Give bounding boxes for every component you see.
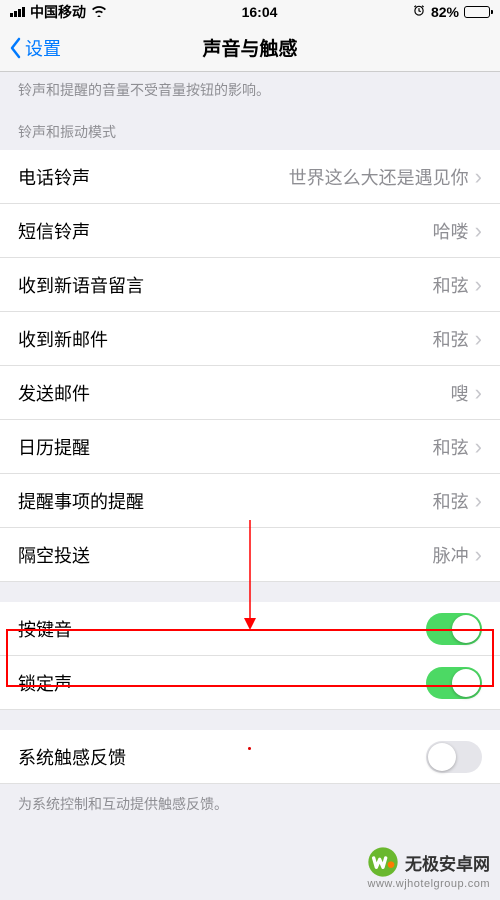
row-keyboard-click[interactable]: 按键音 bbox=[0, 602, 500, 656]
chevron-right-icon: › bbox=[475, 326, 482, 352]
time-label: 16:04 bbox=[242, 4, 278, 20]
row-label: 收到新语音留言 bbox=[18, 272, 144, 298]
switch-haptic[interactable] bbox=[426, 741, 482, 773]
watermark-name: 无极安卓网 bbox=[405, 850, 490, 875]
battery-icon bbox=[464, 6, 490, 18]
watermark-logo-icon bbox=[367, 846, 399, 878]
row-value: 世界这么大还是遇见你 bbox=[289, 164, 469, 190]
row-reminder[interactable]: 提醒事项的提醒 和弦› bbox=[0, 474, 500, 528]
switch-lock[interactable] bbox=[426, 667, 482, 699]
row-voicemail[interactable]: 收到新语音留言 和弦› bbox=[0, 258, 500, 312]
row-haptic[interactable]: 系统触感反馈 bbox=[0, 730, 500, 784]
row-value: 和弦 bbox=[433, 488, 469, 514]
section-header-ringtone: 铃声和振动模式 bbox=[0, 108, 500, 150]
chevron-right-icon: › bbox=[475, 434, 482, 460]
wifi-icon bbox=[91, 4, 107, 20]
row-calendar[interactable]: 日历提醒 和弦› bbox=[0, 420, 500, 474]
row-label: 提醒事项的提醒 bbox=[18, 488, 144, 514]
row-text-tone[interactable]: 短信铃声 哈喽› bbox=[0, 204, 500, 258]
back-label: 设置 bbox=[25, 35, 61, 61]
row-label: 短信铃声 bbox=[18, 218, 90, 244]
row-label: 发送邮件 bbox=[18, 380, 90, 406]
switch-keyboard[interactable] bbox=[426, 613, 482, 645]
chevron-right-icon: › bbox=[475, 164, 482, 190]
row-value: 脉冲 bbox=[433, 542, 469, 568]
row-label: 按键音 bbox=[18, 616, 72, 642]
signal-icon bbox=[10, 7, 25, 17]
chevron-right-icon: › bbox=[475, 380, 482, 406]
chevron-right-icon: › bbox=[475, 218, 482, 244]
row-value: 哈喽 bbox=[433, 218, 469, 244]
watermark-url: www.wjhotelgroup.com bbox=[368, 878, 491, 890]
chevron-left-icon bbox=[8, 37, 22, 59]
volume-hint: 铃声和提醒的音量不受音量按钮的影响。 bbox=[0, 72, 500, 108]
row-label: 收到新邮件 bbox=[18, 326, 108, 352]
chevron-right-icon: › bbox=[475, 272, 482, 298]
back-button[interactable]: 设置 bbox=[8, 35, 61, 61]
haptic-hint: 为系统控制和互动提供触感反馈。 bbox=[0, 784, 500, 824]
row-ringtone[interactable]: 电话铃声 世界这么大还是遇见你› bbox=[0, 150, 500, 204]
carrier-label: 中国移动 bbox=[30, 2, 86, 22]
row-label: 日历提醒 bbox=[18, 434, 90, 460]
nav-bar: 设置 声音与触感 bbox=[0, 24, 500, 72]
row-value: 和弦 bbox=[433, 434, 469, 460]
watermark: 无极安卓网 www.wjhotelgroup.com bbox=[367, 846, 490, 890]
row-label: 电话铃声 bbox=[18, 164, 90, 190]
row-label: 系统触感反馈 bbox=[18, 744, 126, 770]
chevron-right-icon: › bbox=[475, 542, 482, 568]
status-bar: 中国移动 16:04 82% bbox=[0, 0, 500, 24]
row-label: 隔空投送 bbox=[18, 542, 90, 568]
battery-label: 82% bbox=[431, 4, 459, 20]
row-airdrop[interactable]: 隔空投送 脉冲› bbox=[0, 528, 500, 582]
row-value: 和弦 bbox=[433, 272, 469, 298]
row-label: 锁定声 bbox=[18, 670, 72, 696]
row-value: 和弦 bbox=[433, 326, 469, 352]
row-value: 嗖 bbox=[451, 380, 469, 406]
chevron-right-icon: › bbox=[475, 488, 482, 514]
annotation-dot bbox=[248, 747, 251, 750]
alarm-icon bbox=[412, 4, 426, 21]
row-sent-mail[interactable]: 发送邮件 嗖› bbox=[0, 366, 500, 420]
row-lock-sound[interactable]: 锁定声 bbox=[0, 656, 500, 710]
page-title: 声音与触感 bbox=[202, 34, 297, 61]
row-new-mail[interactable]: 收到新邮件 和弦› bbox=[0, 312, 500, 366]
